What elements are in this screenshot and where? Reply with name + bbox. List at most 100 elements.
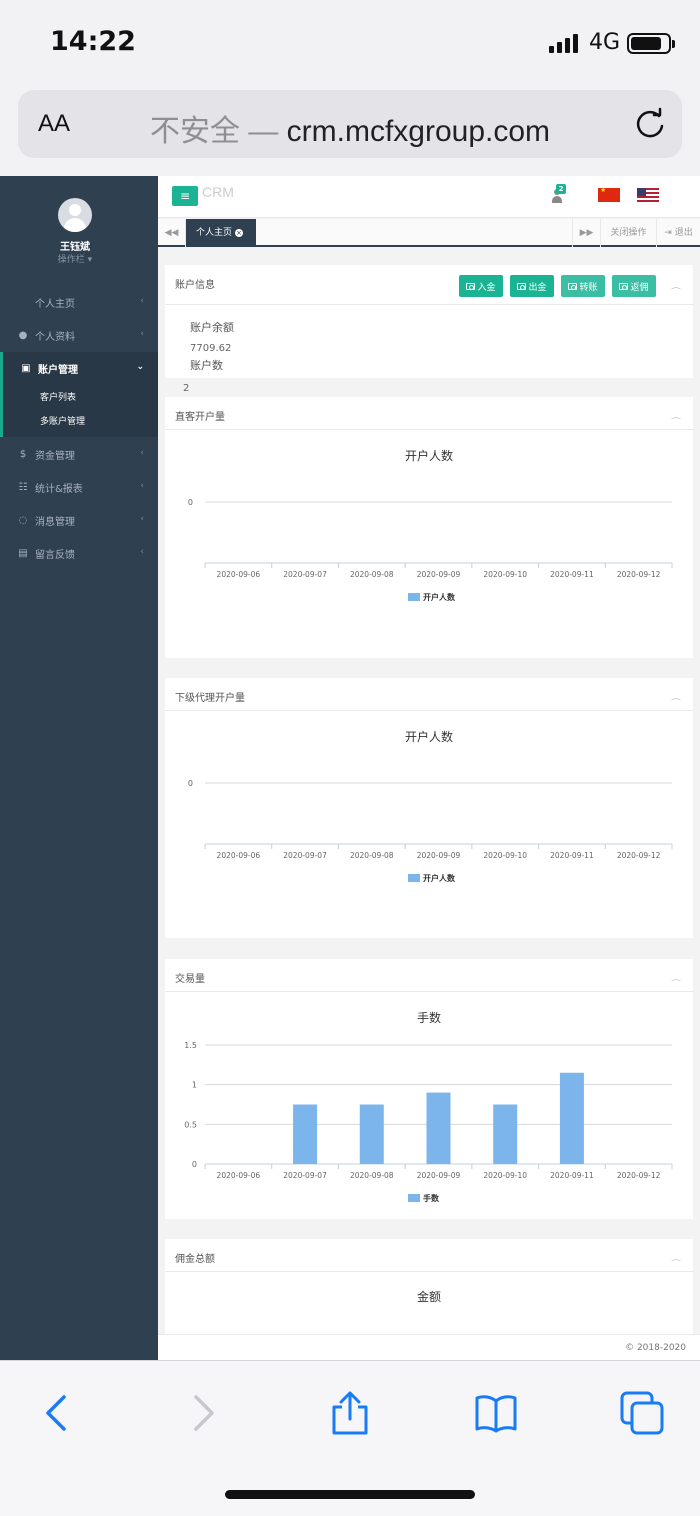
tab-scroll-left-button[interactable]: ◀◀ — [158, 219, 186, 247]
tabs-icon[interactable] — [618, 1389, 666, 1437]
sidebar-item-funds[interactable]: $ 资金管理 ‹ — [0, 438, 158, 471]
panel-title: 佣金总额 — [175, 1254, 215, 1265]
money-icon — [466, 282, 476, 290]
close-icon[interactable]: × — [235, 229, 244, 237]
chevron-up-icon[interactable]: ︿ — [671, 412, 681, 421]
tab-scroll-right-button[interactable]: ▶▶ — [572, 219, 600, 247]
accounts-submenu: 客户列表 多账户管理 — [0, 382, 158, 437]
domain-label: crm.mcfxgroup.com — [286, 115, 551, 148]
logout-label: 退出 — [674, 228, 693, 238]
y-tick-label: 1.5 — [184, 1041, 197, 1050]
withdraw-button[interactable]: 出金 — [510, 275, 554, 297]
legend-label: 开户人数 — [423, 873, 456, 883]
y-tick-label: 0 — [192, 1160, 197, 1169]
chart-title: 手数 — [416, 1011, 441, 1025]
chevron-left-icon: ‹ — [140, 448, 144, 458]
balance-label: 账户余额 — [190, 321, 234, 334]
user-menu-toggle[interactable]: 操作栏 ▾ — [0, 252, 150, 265]
x-tick-label: 2020-09-07 — [283, 570, 327, 579]
sidebar-subitem-multi-accounts[interactable]: 多账户管理 — [40, 414, 85, 427]
y-tick-label: 0 — [188, 498, 193, 507]
rebate-button[interactable]: 返佣 — [612, 275, 656, 297]
copyright: © 2018-2020 — [625, 1343, 686, 1353]
chevron-up-icon[interactable]: ︿ — [671, 974, 681, 983]
deposit-button[interactable]: 入金 — [459, 275, 503, 297]
sidebar-item-profile[interactable]: ● 个人资料 ‹ — [0, 319, 158, 352]
commission-panel: 佣金总额 ︿ 金额 — [165, 1239, 693, 1334]
tab-bar: ◀◀ 个人主页 × ▶▶ 关闭操作 ⇥ 退出 — [158, 219, 700, 247]
sidebar-subitem-clients[interactable]: 客户列表 — [40, 390, 76, 403]
legend-label: 手数 — [423, 1193, 440, 1203]
y-tick-label: 0 — [188, 779, 193, 788]
signal-icon — [549, 34, 578, 53]
chevron-left-icon: ‹ — [140, 329, 144, 339]
notification-badge[interactable]: 2 — [556, 184, 566, 194]
chevron-up-icon[interactable]: ︿ — [671, 693, 681, 702]
x-tick-label: 2020-09-08 — [350, 570, 394, 579]
chevron-up-icon[interactable]: ︿ — [671, 282, 681, 291]
sidebar-item-label: 账户管理 — [38, 365, 78, 376]
address-bar[interactable]: AA 不安全 — crm.mcfxgroup.com — [18, 90, 682, 158]
back-icon[interactable] — [34, 1389, 82, 1437]
home-indicator — [225, 1490, 475, 1499]
table-icon: ☷ — [18, 482, 28, 493]
balance-value: 7709.62 — [190, 343, 232, 354]
dollar-icon: $ — [19, 449, 27, 460]
sidebar-item-label: 资金管理 — [35, 451, 75, 462]
tab-home[interactable]: 个人主页 × — [186, 219, 256, 247]
bar — [559, 1072, 584, 1164]
bookmarks-icon[interactable] — [472, 1389, 520, 1437]
bar — [493, 1104, 518, 1164]
reload-icon[interactable] — [632, 106, 668, 142]
clock: 14:22 — [50, 26, 136, 57]
legend-label: 开户人数 — [423, 592, 456, 602]
x-tick-label: 2020-09-07 — [283, 851, 327, 860]
x-tick-label: 2020-09-12 — [617, 570, 661, 579]
x-tick-label: 2020-09-11 — [550, 1171, 594, 1180]
chevron-left-icon: ‹ — [140, 481, 144, 491]
direct-openings-panel: 2 直客开户量 ︿ 开户人数 0 2020-09-06 2020-09-07 2020… — [165, 383, 693, 658]
china-flag-icon[interactable] — [598, 186, 620, 202]
x-tick-label: 2020-09-11 — [550, 851, 594, 860]
panel-title: 账户信息 — [175, 280, 215, 291]
sidebar-item-reports[interactable]: ☷ 统计&报表 ‹ — [0, 471, 158, 504]
chevron-left-icon: ‹ — [140, 296, 144, 306]
panel-title: 直客开户量 — [175, 412, 225, 423]
menu-toggle-button[interactable]: ≡ — [172, 186, 198, 206]
user-icon: ● — [18, 330, 28, 341]
sidebar-item-home[interactable]: 个人主页 ‹ — [0, 286, 158, 319]
transfer-button[interactable]: 转账 — [561, 275, 605, 297]
battery-icon — [627, 33, 675, 54]
chevron-up-icon[interactable]: ︿ — [671, 1254, 681, 1263]
chevron-down-icon: ⌄ — [136, 362, 144, 372]
logout-button[interactable]: ⇥ 退出 — [656, 219, 700, 247]
network-type: 4G — [589, 30, 621, 55]
x-tick-label: 2020-09-09 — [417, 570, 461, 579]
y-tick-label: 1 — [192, 1081, 197, 1090]
avatar[interactable] — [58, 198, 92, 232]
sidebar-item-accounts[interactable]: ▣ 账户管理 ⌄ — [0, 352, 158, 385]
url-text[interactable]: 不安全 — crm.mcfxgroup.com — [18, 106, 682, 150]
chevron-left-icon: ‹ — [140, 547, 144, 557]
sidebar-item-feedback[interactable]: ▤ 留言反馈 ‹ — [0, 537, 158, 570]
agent-openings-panel: 下级代理开户量 ︿ 开户人数 0 2020-09-06 2020-09-07 2020… — [165, 678, 693, 938]
sidebar: 王钰斌 操作栏 ▾ 个人主页 ‹ ● 个人资料 ‹ ▣ 账户管理 ⌄ 客户列表 … — [0, 176, 158, 1360]
id-card-icon: ▣ — [21, 363, 31, 374]
account-count-label: 账户数 — [190, 359, 223, 372]
volume-chart: 0 0.5 1 1.5 2020-09-06 2020-09-07 2020-09-08 20… — [184, 1041, 673, 1203]
chat-icon: ◌ — [18, 515, 28, 526]
top-header: ≡ CRM 2 — [158, 176, 700, 218]
x-tick-label: 2020-09-08 — [350, 1171, 394, 1180]
share-icon[interactable] — [326, 1389, 374, 1437]
forward-icon[interactable] — [178, 1389, 226, 1437]
money-icon — [619, 282, 629, 290]
us-flag-icon[interactable] — [637, 188, 659, 202]
x-tick-label: 2020-09-12 — [617, 851, 661, 860]
chevron-left-icon: ‹ — [140, 514, 144, 524]
close-ops-button[interactable]: 关闭操作 — [600, 219, 656, 247]
sidebar-item-messages[interactable]: ◌ 消息管理 ‹ — [0, 504, 158, 537]
x-tick-label: 2020-09-10 — [483, 570, 527, 579]
legend-swatch — [408, 1194, 420, 1202]
tab-label: 个人主页 — [196, 228, 233, 238]
legend-swatch — [408, 874, 420, 882]
